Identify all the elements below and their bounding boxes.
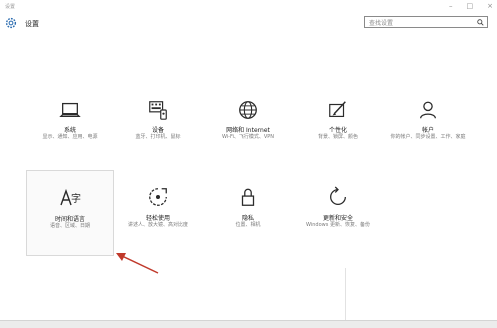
annotation-arrow <box>116 253 159 274</box>
divider-line <box>345 268 346 320</box>
